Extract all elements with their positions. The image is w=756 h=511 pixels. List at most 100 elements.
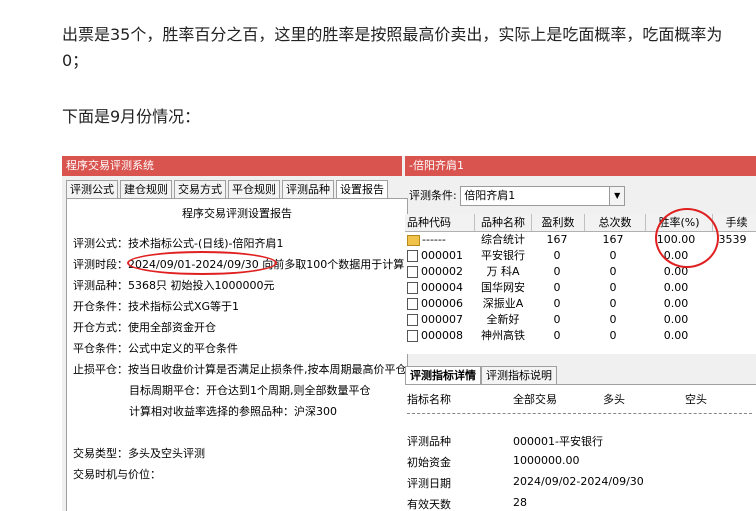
row-name: 全新好: [486, 313, 520, 326]
tab-metric-details[interactable]: 评测指标详情: [405, 366, 481, 384]
report-line: 目标周期平仓：开仓达到1个周期,则全部数量平仓: [129, 384, 371, 397]
row-rate: 0.00: [663, 297, 689, 310]
tab-formula[interactable]: 评测公式: [66, 180, 118, 198]
col-fee[interactable]: 手续: [713, 214, 756, 231]
report-panel: 程序交易评测设置报告 评测公式：技术指标公式-(日线)-倍阳齐肩1 评测时段：2…: [66, 198, 408, 511]
detail-value: 28: [513, 496, 527, 509]
row-code: 000007: [421, 313, 463, 326]
detail-value: 1000000.00: [513, 454, 580, 467]
filter-row: 评测条件: 倍阳齐肩1 ▼: [409, 186, 626, 206]
folder-icon: [407, 234, 420, 246]
report-line: 开仓条件：技术指标公式XG等于1: [73, 300, 240, 313]
filter-combo[interactable]: 倍阳齐肩1 ▼: [460, 186, 626, 206]
dashed-divider: [407, 413, 752, 414]
software-screenshot: 程序交易评测系统 评测公式 建仓规则 交易方式 平仓规则 评测品种 设置报告 程序交易评测…: [62, 156, 756, 511]
checkbox[interactable]: [407, 250, 418, 262]
row-name: 平安银行: [481, 249, 525, 262]
tab-trade-mode[interactable]: 交易方式: [174, 180, 226, 198]
checkbox[interactable]: [407, 282, 418, 294]
table-row[interactable]: 000002 万 科A 0 0 0.00: [405, 264, 756, 280]
report-line: 止损平仓：按当日收盘价计算是否满足止损条件,按本周期最高价平仓: [73, 363, 407, 376]
row-code: 000006: [421, 297, 463, 310]
report-line: 计算相对收益率选择的参照品种：沪深300: [129, 405, 337, 418]
col-total[interactable]: 总次数: [585, 214, 646, 231]
tab-symbols[interactable]: 评测品种: [282, 180, 334, 198]
article-paragraph-2: 下面是9月份情况：: [62, 107, 201, 126]
row-win: 0: [553, 281, 561, 294]
filter-label: 评测条件:: [409, 189, 457, 202]
row-fee: [709, 264, 756, 280]
results-grid: 品种代码 品种名称 盈利数 总次数 胜率(%) 手续 ------ 综合统计 1…: [405, 208, 756, 354]
detail-tabs: 评测指标详情 评测指标说明: [405, 366, 557, 384]
checkbox[interactable]: [407, 266, 418, 278]
red-annotation-circle: [655, 208, 719, 268]
detail-label: 初始资金: [407, 456, 451, 469]
row-total: 0: [609, 249, 617, 262]
col-code[interactable]: 品种代码: [405, 214, 475, 231]
row-total: 0: [609, 265, 617, 278]
row-win: 0: [553, 329, 561, 342]
col-name[interactable]: 品种名称: [475, 214, 532, 231]
row-win: 0: [553, 265, 561, 278]
evaluation-system-window: 程序交易评测系统 评测公式 建仓规则 交易方式 平仓规则 评测品种 设置报告 程序交易评测…: [62, 156, 408, 511]
row-win: 0: [553, 313, 561, 326]
results-window: -倍阳齐肩1 评测条件: 倍阳齐肩1 ▼ 品种代码 品种名称 盈利数 总次数 胜率…: [405, 156, 756, 511]
row-rate: 0.00: [663, 281, 689, 294]
row-total: 167: [602, 233, 624, 246]
row-rate: 0.00: [663, 329, 689, 342]
row-total: 0: [609, 329, 617, 342]
tab-report[interactable]: 设置报告: [336, 180, 388, 200]
table-row[interactable]: 000008 神州高铁 0 0 0.00: [405, 328, 756, 344]
report-line: 评测公式：技术指标公式-(日线)-倍阳齐肩1: [73, 237, 284, 250]
row-code: 000001: [421, 249, 463, 262]
detail-panel: 指标名称 全部交易 多头 空头 评测品种 000001-平安银行 初始资金 10…: [405, 384, 756, 511]
detail-label: 评测日期: [407, 477, 451, 490]
row-name: 深振业A: [482, 297, 524, 310]
row-code: 000008: [421, 329, 463, 342]
row-fee: [709, 296, 756, 312]
row-code: 000004: [421, 281, 463, 294]
detail-col-name: 指标名称: [407, 393, 451, 406]
checkbox[interactable]: [407, 330, 418, 342]
report-line: 平仓条件：公式中定义的平仓条件: [73, 342, 238, 355]
report-line: 交易时机与价位：: [73, 468, 161, 481]
row-code: 000002: [421, 265, 463, 278]
tab-close-rules[interactable]: 平仓规则: [228, 180, 280, 198]
report-line: 开仓方式：使用全部资金开仓: [73, 321, 216, 334]
col-win[interactable]: 盈利数: [532, 214, 585, 231]
detail-label: 有效天数: [407, 498, 451, 511]
table-row[interactable]: 000004 国华网安 0 0 0.00: [405, 280, 756, 296]
chevron-down-icon[interactable]: ▼: [609, 187, 625, 205]
row-win: 0: [553, 249, 561, 262]
tab-metric-help[interactable]: 评测指标说明: [481, 366, 557, 384]
row-fee: [709, 328, 756, 344]
detail-value: 2024/09/02-2024/09/30: [513, 475, 644, 488]
checkbox[interactable]: [407, 314, 418, 326]
table-row[interactable]: 000006 深振业A 0 0 0.00: [405, 296, 756, 312]
row-total: 0: [609, 281, 617, 294]
checkbox[interactable]: [407, 298, 418, 310]
row-total: 0: [609, 313, 617, 326]
detail-col-all: 全部交易: [513, 393, 557, 406]
right-window-title: -倍阳齐肩1: [405, 156, 756, 176]
row-name: 综合统计: [481, 233, 525, 246]
report-line: 交易类型：多头及空头评测: [73, 447, 205, 460]
article-paragraph-1: 出票是35个，胜率百分之百，这里的胜率是按照最高价卖出，实际上是吃面概率，吃面概…: [62, 25, 723, 70]
filter-value: 倍阳齐肩1: [464, 189, 516, 202]
detail-value: 000001-平安银行: [513, 435, 603, 448]
row-win: 0: [553, 297, 561, 310]
report-line: 评测品种：5368只 初始投入1000000元: [73, 279, 275, 292]
left-tabs: 评测公式 建仓规则 交易方式 平仓规则 评测品种 设置报告: [66, 180, 390, 200]
row-fee: [709, 312, 756, 328]
report-title: 程序交易评测设置报告: [182, 207, 292, 220]
table-row[interactable]: 000007 全新好 0 0 0.00: [405, 312, 756, 328]
row-name: 万 科A: [486, 265, 520, 278]
tab-open-rules[interactable]: 建仓规则: [120, 180, 172, 198]
row-name: 神州高铁: [481, 329, 525, 342]
left-window-title: 程序交易评测系统: [62, 156, 402, 176]
row-win: 167: [546, 233, 568, 246]
red-annotation-oval: [127, 251, 277, 275]
row-code: ------: [422, 233, 446, 246]
row-rate: 0.00: [663, 313, 689, 326]
detail-label: 评测品种: [407, 435, 451, 448]
